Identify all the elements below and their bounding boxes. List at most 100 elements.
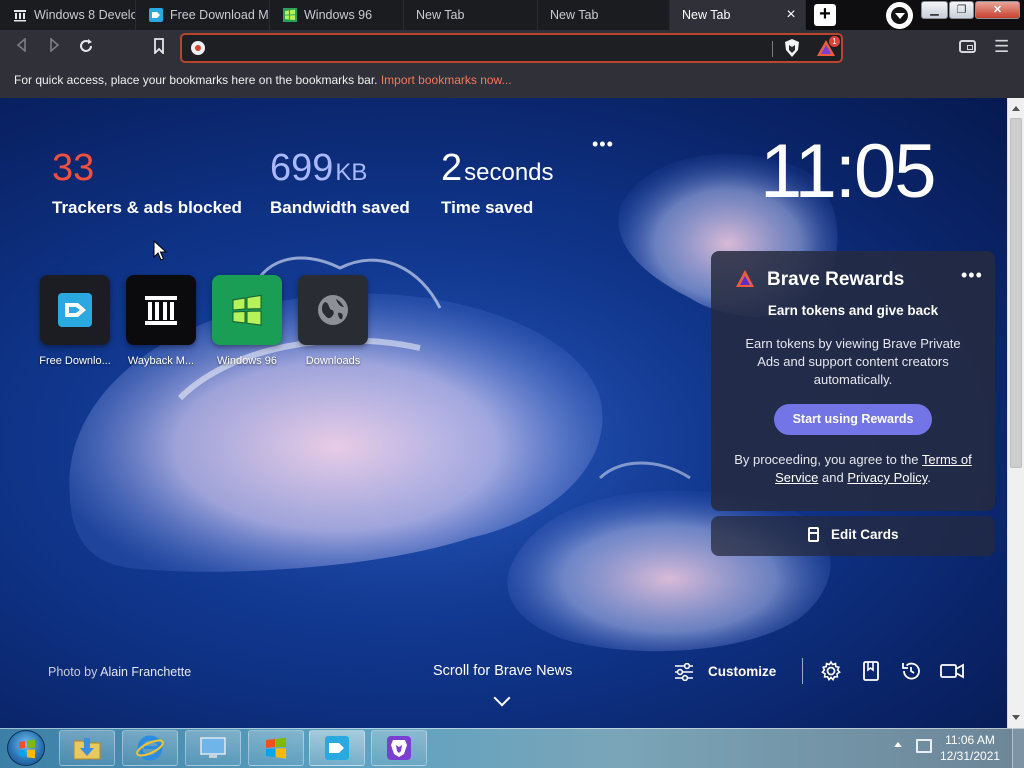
back-button[interactable]	[12, 37, 32, 58]
tab-title: Windows 96	[304, 8, 373, 22]
wallet-icon[interactable]	[959, 40, 976, 53]
brave-rewards-logo-icon	[736, 270, 754, 287]
time-unit: seconds	[464, 159, 554, 186]
windows-flag-icon	[266, 737, 286, 759]
top-site-free-download[interactable]: Free Downlo...	[35, 275, 115, 367]
tab-new-tab-1[interactable]: New Tab	[404, 0, 538, 30]
customize-label: Customize	[708, 664, 777, 679]
tab-close-icon[interactable]: ×	[783, 7, 799, 23]
edit-cards-label: Edit Cards	[831, 527, 899, 542]
privacy-link[interactable]: Privacy Policy	[847, 470, 927, 485]
tab-title: Free Download Manager	[170, 8, 269, 22]
tab-free-download-manager[interactable]: Free Download Manager	[136, 0, 270, 30]
taskbar-brave[interactable]	[371, 730, 427, 766]
photo-credit-link[interactable]: Alain Franchette	[100, 665, 191, 679]
wayback-icon	[126, 275, 196, 345]
tab-title: New Tab	[416, 8, 465, 22]
top-site-windows96[interactable]: Windows 96	[207, 275, 287, 367]
reload-button[interactable]	[76, 38, 96, 58]
stat-trackers: 33 Trackers & ads blocked	[52, 148, 242, 218]
taskbar-remote-desktop[interactable]	[185, 730, 241, 766]
fdm-icon	[40, 275, 110, 345]
brave-shields-icon[interactable]	[783, 38, 801, 58]
time-label: Time saved	[441, 198, 534, 217]
fdm-icon	[148, 7, 164, 23]
network-icon[interactable]	[916, 739, 932, 753]
fdm-icon	[325, 736, 349, 760]
taskbar-windows[interactable]	[248, 730, 304, 766]
folder-icon	[73, 738, 101, 760]
import-bookmarks-link[interactable]: Import bookmarks now...	[381, 73, 512, 87]
tab-windows8[interactable]: Windows 8 Developer	[0, 0, 136, 30]
clock: 11:05	[760, 129, 937, 214]
new-tab-button[interactable]: +	[814, 4, 836, 26]
windows96-icon	[212, 275, 282, 345]
minimize-button[interactable]: ▁	[921, 1, 948, 19]
maximize-button[interactable]: ❐	[949, 1, 974, 19]
taskbar-time: 11:06 AM	[945, 733, 995, 747]
divider	[772, 41, 773, 57]
scroll-up-icon[interactable]	[1012, 106, 1020, 111]
forward-button[interactable]	[44, 37, 64, 58]
taskbar-explorer[interactable]	[59, 730, 115, 766]
start-button[interactable]	[7, 730, 45, 766]
close-window-button[interactable]: ✕	[975, 1, 1020, 19]
bookmarks-bar: For quick access, place your bookmarks h…	[0, 66, 1024, 98]
chevron-down-icon	[895, 13, 905, 19]
menu-icon[interactable]: ☰	[994, 38, 1009, 55]
bookmark-icon	[154, 38, 164, 56]
taskbar-clock[interactable]: 11:06 AM 12/31/2021	[940, 732, 1000, 764]
globe-icon	[298, 275, 368, 345]
history-icon[interactable]	[900, 660, 922, 682]
scroll-for-news[interactable]: Scroll for Brave News	[433, 663, 572, 679]
top-site-downloads[interactable]: Downloads	[293, 275, 373, 367]
tab-new-tab-2[interactable]: New Tab	[538, 0, 670, 30]
arrow-left-icon	[16, 37, 26, 53]
bookmarks-hint: For quick access, place your bookmarks h…	[14, 73, 381, 87]
top-site-name: Wayback M...	[127, 355, 195, 367]
reload-icon	[80, 39, 92, 52]
bookmarks-icon[interactable]	[860, 660, 882, 682]
video-call-icon[interactable]	[940, 660, 964, 682]
tab-windows96[interactable]: Windows 96	[270, 0, 404, 30]
scroll-thumb[interactable]	[1010, 118, 1022, 468]
tab-new-tab-active[interactable]: New Tab ×	[670, 0, 806, 30]
internet-explorer-icon	[136, 735, 164, 761]
bandwidth-unit: KB	[335, 159, 368, 186]
address-bar[interactable]: 1	[180, 33, 843, 63]
tab-strip: Windows 8 Developer Free Download Manage…	[0, 0, 1024, 30]
top-site-name: Free Downlo...	[39, 355, 111, 367]
divider	[802, 658, 803, 684]
windows-logo-icon	[19, 739, 35, 759]
rewards-more-icon[interactable]: •••	[961, 265, 983, 286]
tab-title: New Tab	[550, 8, 599, 22]
edit-cards-button[interactable]: Edit Cards	[711, 516, 995, 556]
sliders-icon	[675, 663, 693, 681]
tab-search-button[interactable]	[886, 2, 913, 29]
top-site-name: Windows 96	[217, 355, 277, 367]
show-desktop-button[interactable]	[1012, 728, 1024, 768]
start-rewards-button[interactable]: Start using Rewards	[774, 404, 932, 435]
rewards-badge: 1	[829, 36, 840, 47]
tab-title: New Tab	[682, 8, 731, 22]
bookmark-button[interactable]	[149, 38, 169, 58]
tab-title: Windows 8 Developer	[34, 8, 135, 22]
legal-suffix: .	[927, 470, 931, 485]
address-input[interactable]	[212, 39, 772, 57]
rewards-legal: By proceeding, you agree to the Terms of…	[729, 451, 977, 487]
settings-gear-icon[interactable]	[820, 660, 842, 682]
wayback-icon	[12, 7, 28, 23]
edit-cards-icon	[808, 527, 819, 542]
legal-prefix: By proceeding, you agree to the	[734, 452, 922, 467]
taskbar-internet-explorer[interactable]	[122, 730, 178, 766]
scroll-down-icon[interactable]	[1012, 715, 1020, 720]
brave-lion-icon	[387, 736, 411, 760]
tray-show-hidden-icon[interactable]	[894, 742, 902, 747]
taskbar-free-download-manager[interactable]	[309, 730, 365, 766]
arrow-right-icon	[50, 37, 60, 53]
bandwidth-value: 699	[270, 147, 334, 189]
top-site-name: Downloads	[305, 355, 361, 367]
page-scrollbar[interactable]	[1007, 98, 1024, 728]
top-site-wayback[interactable]: Wayback M...	[121, 275, 201, 367]
stats-more-icon[interactable]: •••	[592, 134, 614, 155]
